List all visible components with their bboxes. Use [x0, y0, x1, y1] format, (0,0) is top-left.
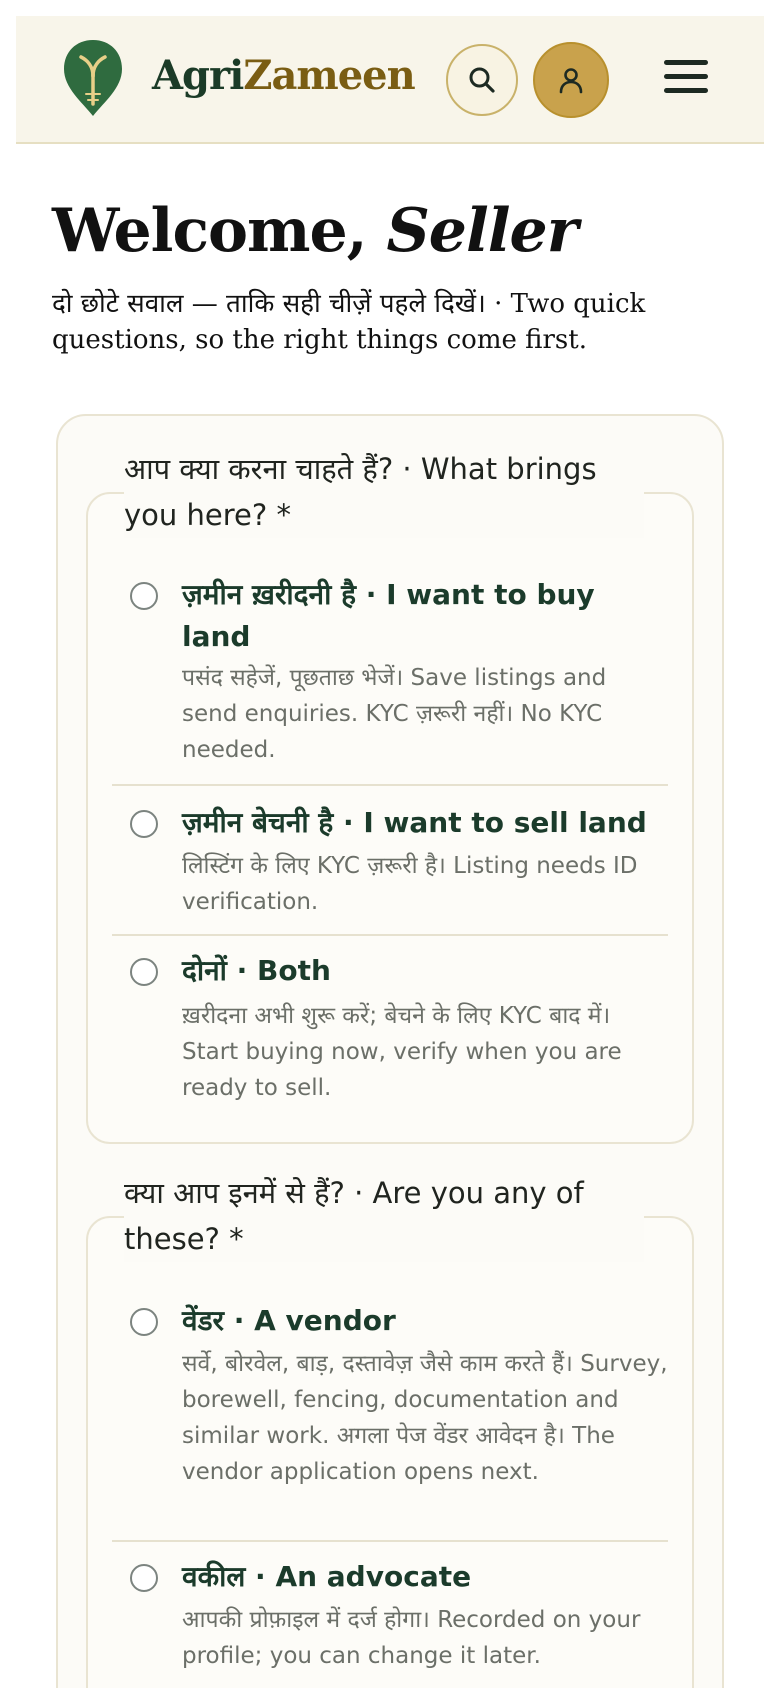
role-question-legend: क्या आप इनमें से हैं? · Are you any of t… — [124, 1170, 644, 1262]
option-title: ज़मीन बेचनी है · I want to sell land — [182, 806, 647, 839]
brand-name-part2: Zameen — [243, 52, 415, 99]
menu-bar — [664, 60, 708, 65]
checkbox-advocate[interactable] — [130, 1564, 158, 1592]
option-title: वकील · An advocate — [182, 1560, 472, 1593]
menu-bar — [664, 74, 708, 79]
option-sell-land[interactable]: ज़मीन बेचनी है · I want to sell land लिस… — [112, 784, 668, 934]
brand-name[interactable]: AgriZameen — [152, 52, 416, 99]
option-both[interactable]: दोनों · Both ख़रीदना अभी शुरू करें; बेचन… — [112, 934, 668, 1114]
radio-sell-land[interactable] — [130, 810, 158, 838]
option-title: ज़मीन ख़रीदनी है · I want to buy land — [182, 578, 595, 653]
radio-buy-land[interactable] — [130, 582, 158, 610]
option-title: वेंडर · A vendor — [182, 1304, 396, 1337]
search-button[interactable] — [446, 44, 518, 116]
account-button[interactable] — [533, 42, 609, 118]
option-vendor[interactable]: वेंडर · A vendor सर्वे, बोरवेल, बाड़, दस… — [112, 1286, 668, 1540]
search-icon — [469, 67, 495, 93]
app-header: AgriZameen — [16, 16, 764, 144]
option-description: पसंद सहेजें, पूछताछ भेजें। Save listings… — [182, 665, 607, 763]
user-icon — [559, 68, 583, 94]
intent-question-legend: आप क्या करना चाहते हैं? · What brings yo… — [124, 446, 644, 538]
page-subtitle: दो छोटे सवाल — ताकि सही चीज़ें पहले दिखे… — [52, 289, 646, 355]
option-title: दोनों · Both — [182, 954, 331, 987]
option-description: आपकी प्रोफ़ाइल में दर्ज होगा। Recorded o… — [182, 1607, 641, 1669]
checkbox-vendor[interactable] — [130, 1308, 158, 1336]
brand-name-part1: Agri — [152, 52, 244, 99]
radio-both[interactable] — [130, 958, 158, 986]
page-title: Welcome, Seller — [52, 196, 578, 266]
option-description: ख़रीदना अभी शुरू करें; बेचने के लिए KYC … — [182, 1003, 622, 1101]
option-buy-land[interactable]: ज़मीन ख़रीदनी है · I want to buy land पस… — [112, 562, 668, 784]
welcome-prefix: Welcome, — [52, 196, 387, 266]
sprout-pin-icon[interactable] — [62, 38, 124, 118]
welcome-user-name: Seller — [386, 196, 578, 266]
option-advocate[interactable]: वकील · An advocate आपकी प्रोफ़ाइल में दर… — [112, 1540, 668, 1688]
option-description: सर्वे, बोरवेल, बाड़, दस्तावेज़ जैसे काम … — [182, 1351, 668, 1485]
menu-bar — [664, 88, 708, 93]
option-description: लिस्टिंग के लिए KYC ज़रूरी है। Listing n… — [182, 853, 638, 915]
hamburger-menu-icon[interactable] — [664, 60, 712, 100]
